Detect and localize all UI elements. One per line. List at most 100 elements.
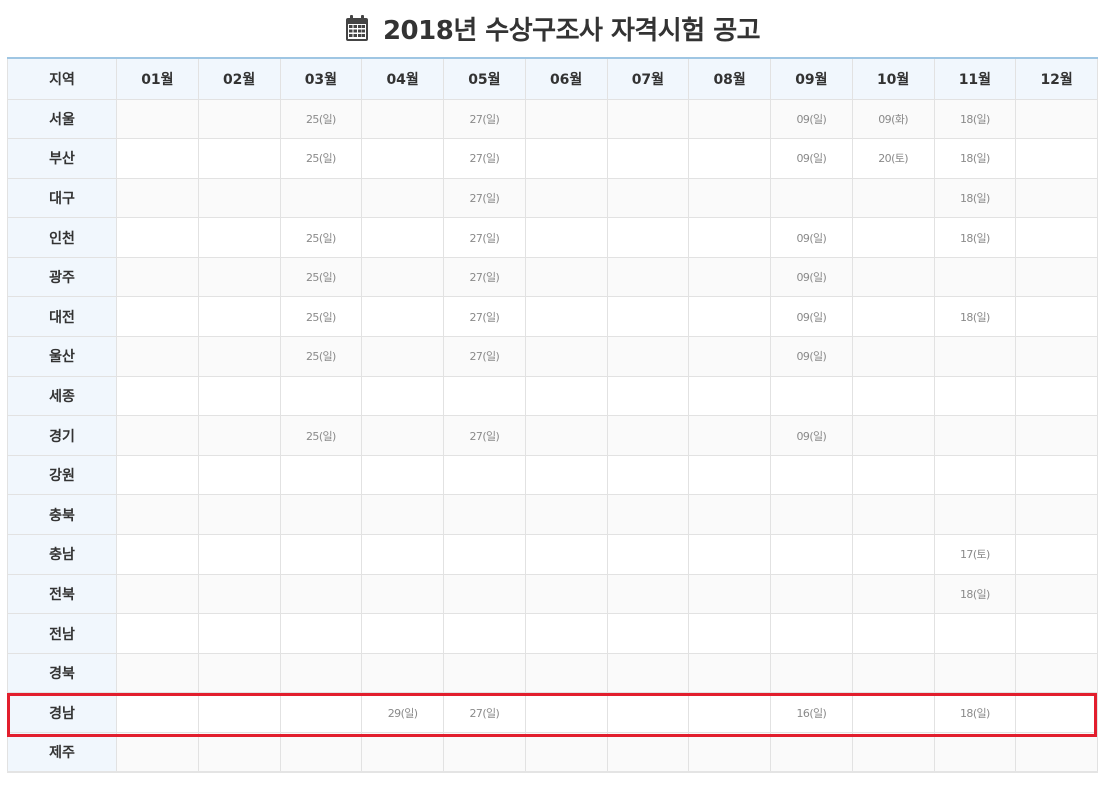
schedule-cell: 09(일): [770, 98, 853, 140]
schedule-cell: [116, 138, 199, 179]
schedule-cell: [116, 296, 199, 338]
table-row: 경기 25(일) 27(일) 09(일): [7, 415, 1098, 456]
schedule-cell: [116, 613, 199, 654]
schedule-cell: 09(일): [770, 415, 853, 456]
schedule-cell: [197, 692, 281, 733]
schedule-cell: [524, 534, 608, 575]
schedule-cell: [770, 375, 853, 417]
schedule-cell: [443, 732, 526, 773]
schedule-cell: [197, 534, 281, 575]
schedule-cell: [116, 98, 199, 140]
schedule-cell: [1015, 98, 1098, 140]
schedule-cell: [606, 692, 690, 733]
schedule-cell: 18(일): [933, 98, 1017, 140]
schedule-cell: [197, 336, 281, 377]
page-title-bar: 2018년 수상구조사 자격시험 공고: [0, 8, 1105, 48]
schedule-cell: [606, 177, 690, 219]
region-label: 서울: [7, 98, 117, 140]
schedule-cell: [851, 415, 935, 456]
schedule-cell: [116, 177, 199, 219]
schedule-cell: [361, 138, 444, 179]
schedule-cell: [524, 732, 608, 773]
schedule-cell: [361, 98, 444, 140]
region-label: 경남: [7, 692, 117, 733]
schedule-cell: 25(일): [279, 296, 363, 338]
schedule-cell: [606, 217, 690, 258]
schedule-cell: [361, 336, 444, 377]
schedule-cell: [1015, 454, 1098, 496]
column-header-month: 11월: [933, 57, 1017, 100]
schedule-cell: [279, 652, 363, 694]
schedule-cell: [606, 573, 690, 615]
schedule-cell: [851, 573, 935, 615]
schedule-cell: [443, 494, 526, 536]
schedule-cell: [770, 573, 853, 615]
schedule-cell: [361, 415, 444, 456]
schedule-cell: [933, 336, 1017, 377]
schedule-cell: [606, 256, 690, 298]
schedule-cell: [524, 296, 608, 338]
schedule-cell: [688, 494, 771, 536]
schedule-cell: 25(일): [279, 138, 363, 179]
schedule-cell: [361, 652, 444, 694]
schedule-cell: [688, 98, 771, 140]
schedule-cell: [279, 613, 363, 654]
region-label: 대구: [7, 177, 117, 219]
schedule-cell: [279, 534, 363, 575]
schedule-cell: [851, 692, 935, 733]
schedule-cell: [116, 573, 199, 615]
table-row: 부산 25(일) 27(일) 09(일) 20(토) 18(일): [7, 138, 1098, 179]
schedule-cell: [116, 217, 199, 258]
schedule-cell: [688, 138, 771, 179]
schedule-cell: [524, 692, 608, 733]
schedule-cell: [688, 256, 771, 298]
table-row: 전북 18(일): [7, 573, 1098, 615]
schedule-cell: [606, 652, 690, 694]
column-header-month: 02월: [197, 57, 281, 100]
schedule-cell: [688, 336, 771, 377]
schedule-cell: [770, 613, 853, 654]
schedule-cell: [770, 494, 853, 536]
schedule-cell: [361, 494, 444, 536]
schedule-cell: 09(일): [770, 217, 853, 258]
schedule-cell: [524, 336, 608, 377]
schedule-cell: [606, 534, 690, 575]
table-row: 대구 27(일) 18(일): [7, 177, 1098, 219]
schedule-cell: [361, 375, 444, 417]
schedule-cell: [606, 336, 690, 377]
region-label: 제주: [7, 732, 117, 773]
schedule-cell: 17(토): [933, 534, 1017, 575]
region-label: 충북: [7, 494, 117, 536]
schedule-cell: [851, 454, 935, 496]
schedule-cell: [279, 375, 363, 417]
schedule-cell: [851, 177, 935, 219]
schedule-cell: [443, 534, 526, 575]
column-header-region: 지역: [7, 57, 117, 100]
region-label: 인천: [7, 217, 117, 258]
schedule-cell: [933, 613, 1017, 654]
schedule-cell: [851, 534, 935, 575]
schedule-cell: [851, 336, 935, 377]
column-header-month: 01월: [116, 57, 199, 100]
schedule-cell: [443, 613, 526, 654]
schedule-cell: [606, 415, 690, 456]
schedule-cell: [443, 454, 526, 496]
schedule-cell: [851, 217, 935, 258]
schedule-cell: [361, 177, 444, 219]
schedule-cell: [279, 573, 363, 615]
schedule-cell: [688, 652, 771, 694]
schedule-cell: 25(일): [279, 336, 363, 377]
exam-schedule-table: 지역 01월 02월 03월 04월 05월 06월 07월 08월 09월 10월 11월 12월 …: [7, 57, 1098, 774]
schedule-cell: [1015, 652, 1098, 694]
schedule-cell: [116, 256, 199, 298]
schedule-cell: [443, 652, 526, 694]
schedule-cell: [606, 454, 690, 496]
schedule-cell: [116, 534, 199, 575]
schedule-cell: [116, 375, 199, 417]
table-row: 세종: [7, 375, 1098, 417]
region-label: 전북: [7, 573, 117, 615]
table-header-row: 지역 01월 02월 03월 04월 05월 06월 07월 08월 09월 10월 11월 12월: [7, 57, 1098, 100]
column-header-month: 12월: [1015, 57, 1098, 100]
schedule-cell: [688, 296, 771, 338]
schedule-cell: 20(토): [851, 138, 935, 179]
